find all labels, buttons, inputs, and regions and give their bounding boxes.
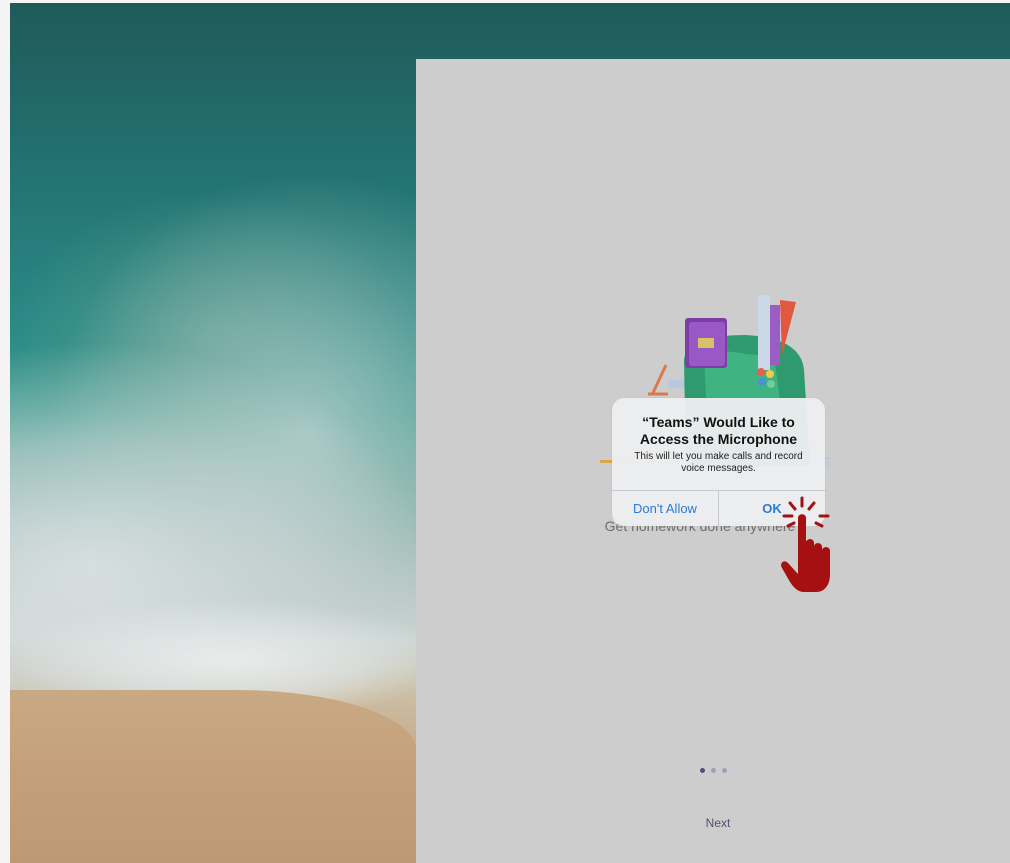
screen: S Get homework done anywhere Next “Teams… — [0, 0, 1010, 863]
beach-sand — [10, 690, 416, 863]
alert-title: “Teams” Would Like to Access the Microph… — [639, 414, 798, 447]
top-margin — [0, 0, 1010, 3]
page-dot-2[interactable] — [711, 767, 716, 773]
dont-allow-button[interactable]: Don't Allow — [612, 491, 718, 526]
page-dot-1[interactable] — [700, 767, 705, 773]
next-button[interactable]: Next — [690, 816, 746, 830]
left-margin — [0, 0, 10, 863]
hand-pointer-icon — [781, 496, 830, 592]
page-indicator — [700, 765, 740, 775]
alert-message: This will let you make calls and record … — [634, 451, 803, 474]
page-dot-3[interactable] — [722, 767, 727, 773]
